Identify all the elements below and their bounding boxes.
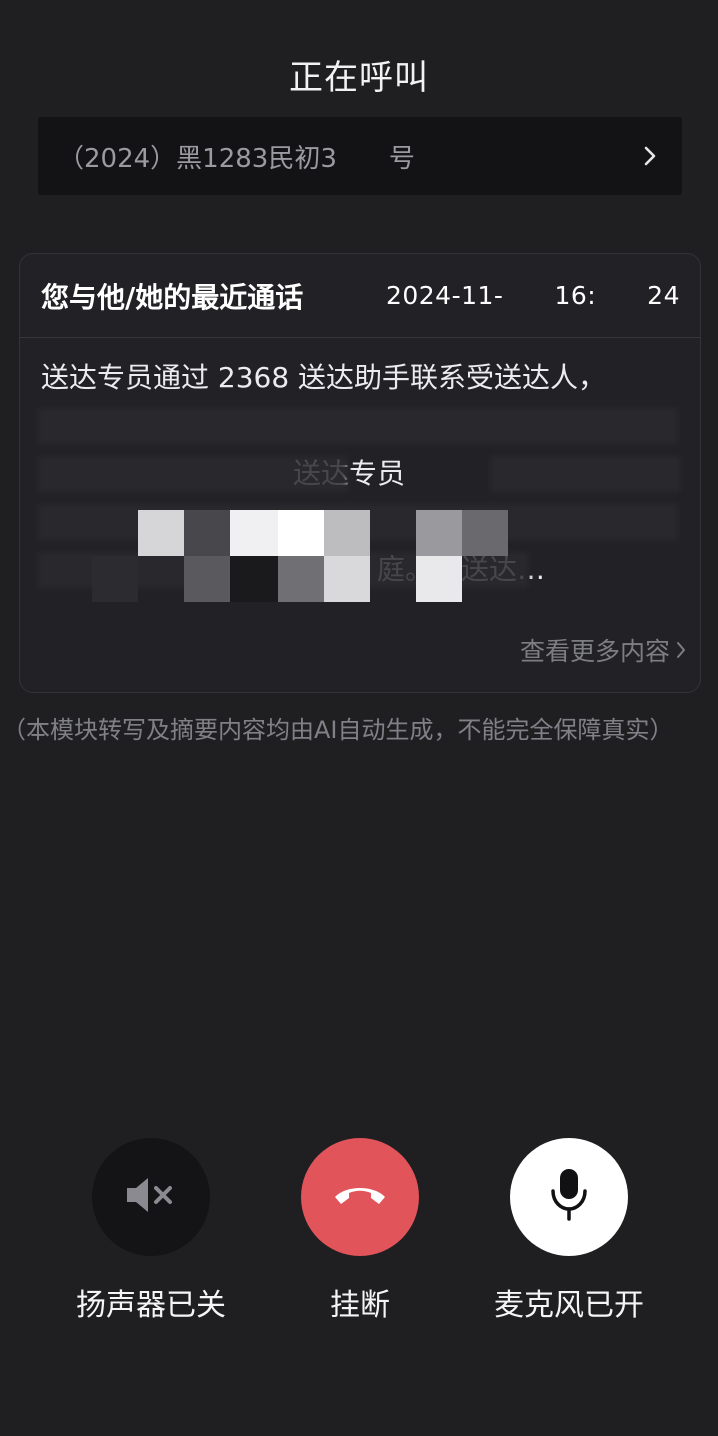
case-number-bar[interactable]: （2024）黑1283民初3 号 — [38, 117, 682, 195]
speaker-button[interactable] — [92, 1138, 210, 1256]
view-more-label: 查看更多内容 — [519, 637, 670, 666]
redaction-mosaic — [462, 510, 508, 556]
chevron-right-icon — [636, 142, 664, 170]
speaker-control: 扬声器已关 — [51, 1138, 251, 1324]
redaction-mosaic — [324, 556, 370, 602]
phone-hangup-icon — [332, 1182, 388, 1212]
redaction-mosaic — [230, 556, 278, 602]
redaction-mosaic — [184, 510, 230, 556]
chevron-right-icon — [676, 636, 686, 665]
view-more-link[interactable]: 查看更多内容 — [520, 632, 686, 668]
mic-control: 麦克风已开 — [469, 1138, 669, 1324]
recent-call-summary: 送达专员通过 2368 送达助手联系受送达人， 送达专员 庭。受送达… — [20, 338, 700, 604]
redaction-mosaic — [138, 510, 184, 556]
ai-disclaimer: （本模块转写及摘要内容均由AI自动生成，不能完全保障真实） — [2, 716, 674, 744]
recent-call-card[interactable]: 您与他/她的最近通话 2024-11- 16: 24 送达专员通过 2368 送… — [19, 253, 701, 693]
redaction-blur — [38, 408, 678, 444]
summary-line: 送达专员通过 2368 送达助手联系受送达人， — [41, 361, 607, 394]
redaction-mosaic — [416, 510, 462, 556]
hangup-control: 挂断 — [260, 1138, 460, 1324]
redaction-blur — [490, 456, 680, 492]
hangup-button[interactable] — [301, 1138, 419, 1256]
redaction-blur — [38, 456, 348, 492]
call-screen: 正在呼叫 （2024）黑1283民初3 号 您与他/她的最近通话 2024-11… — [0, 0, 718, 1436]
redaction-mosaic — [92, 556, 138, 602]
page-title: 正在呼叫 — [289, 58, 429, 98]
redaction-mosaic — [230, 510, 278, 556]
recent-call-title: 您与他/她的最近通话 — [41, 280, 304, 314]
redaction-mosaic — [184, 556, 230, 602]
speaker-label: 扬声器已关 — [76, 1288, 226, 1323]
mic-label: 麦克风已开 — [494, 1288, 644, 1323]
case-number-text: （2024）黑1283民初3 号 — [58, 143, 415, 174]
redaction-mosaic — [416, 556, 462, 602]
hangup-label: 挂断 — [330, 1288, 390, 1323]
recent-call-date: 2024-11- 16: 24 — [385, 281, 680, 310]
redaction-mosaic — [324, 510, 370, 556]
recent-call-header: 您与他/她的最近通话 2024-11- 16: 24 — [20, 254, 700, 338]
call-controls: 扬声器已关 挂断 麦克风已开 — [0, 1138, 718, 1338]
mic-button[interactable] — [510, 1138, 628, 1256]
microphone-icon — [549, 1167, 589, 1227]
redaction-mosaic — [278, 556, 324, 602]
redaction-mosaic — [278, 510, 324, 556]
speaker-muted-icon — [123, 1173, 179, 1221]
